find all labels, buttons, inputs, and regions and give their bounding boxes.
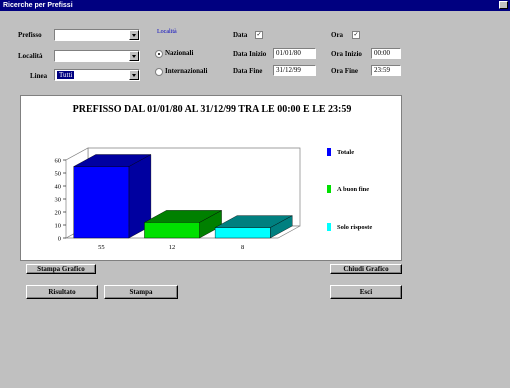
risultato-button[interactable]: Risultato: [26, 285, 98, 299]
x-tick-label: 55: [98, 244, 105, 251]
bar: [73, 166, 130, 239]
data-label: Data: [233, 31, 248, 39]
bar: [144, 222, 200, 239]
data-checkbox[interactable]: ✓: [255, 31, 263, 39]
data-fine-label: Data Fine: [233, 67, 263, 75]
legend-swatch: [327, 185, 331, 193]
localita-group-title: Località: [157, 29, 177, 35]
radio-internazionali[interactable]: [155, 68, 163, 76]
prefisso-combo[interactable]: [54, 29, 140, 41]
data-fine-field[interactable]: 31/12/99: [273, 65, 316, 76]
radio-nazionali-label: Nazionali: [165, 49, 194, 57]
radio-nazionali[interactable]: [155, 50, 163, 58]
data-inizio-label: Data Inizio: [233, 50, 267, 58]
ora-label: Ora: [331, 31, 344, 39]
title-bar: Ricerche per Prefissi: [0, 0, 510, 11]
app-window: Ricerche per Prefissi Prefisso Località …: [0, 0, 510, 388]
linea-label: Linea: [30, 72, 48, 80]
chart-panel: PREFISSO DAL 01/01/80 AL 31/12/99 TRA LE…: [20, 95, 402, 261]
bar-chart: 0 10 20 30 40 50 60 55 12 8 Totale A buon fine Solo …: [55, 147, 372, 251]
linea-value: Tutti: [57, 71, 75, 79]
y-tick-label: 30: [55, 197, 62, 204]
y-tick-label: 0: [58, 236, 61, 243]
ora-checkbox[interactable]: ✓: [352, 31, 360, 39]
legend-label: A buon fine: [337, 186, 369, 193]
localita-label: Località: [18, 52, 43, 60]
stampa-grafico-button[interactable]: Stampa Grafico: [26, 264, 96, 274]
ora-inizio-label: Ora Inizio: [331, 50, 362, 58]
x-tick-label: 8: [241, 244, 244, 251]
localita-combo[interactable]: [54, 50, 140, 62]
y-tick-label: 10: [55, 223, 62, 230]
linea-combo[interactable]: Tutti: [54, 69, 140, 81]
ora-fine-field[interactable]: 23:59: [371, 65, 401, 76]
x-tick-label: 12: [169, 244, 176, 251]
prefisso-label: Prefisso: [18, 31, 42, 39]
localita-value: [57, 52, 61, 60]
close-button[interactable]: [499, 1, 508, 9]
chevron-down-icon[interactable]: [129, 70, 139, 80]
radio-internazionali-label: Internazionali: [165, 67, 208, 75]
y-tick-label: 20: [55, 210, 62, 217]
ora-fine-label: Ora Fine: [331, 67, 359, 75]
y-tick-label: 40: [55, 184, 62, 191]
window-title: Ricerche per Prefissi: [3, 2, 73, 9]
stampa-button[interactable]: Stampa: [104, 285, 178, 299]
y-tick-label: 60: [55, 158, 62, 165]
legend-swatch: [327, 223, 331, 231]
chevron-down-icon[interactable]: [129, 30, 139, 40]
y-tick-label: 50: [55, 171, 62, 178]
chiudi-grafico-button[interactable]: Chiudi Grafico: [330, 264, 402, 274]
legend-label: Solo risposte: [337, 224, 372, 231]
legend-label: Totale: [337, 149, 354, 156]
data-inizio-field[interactable]: 01/01/80: [273, 48, 316, 59]
esci-button[interactable]: Esci: [330, 285, 402, 299]
bar: [214, 227, 271, 239]
ora-inizio-field[interactable]: 00:00: [371, 48, 401, 59]
prefisso-value: [57, 31, 61, 39]
chevron-down-icon[interactable]: [129, 51, 139, 61]
legend-swatch: [327, 148, 331, 156]
